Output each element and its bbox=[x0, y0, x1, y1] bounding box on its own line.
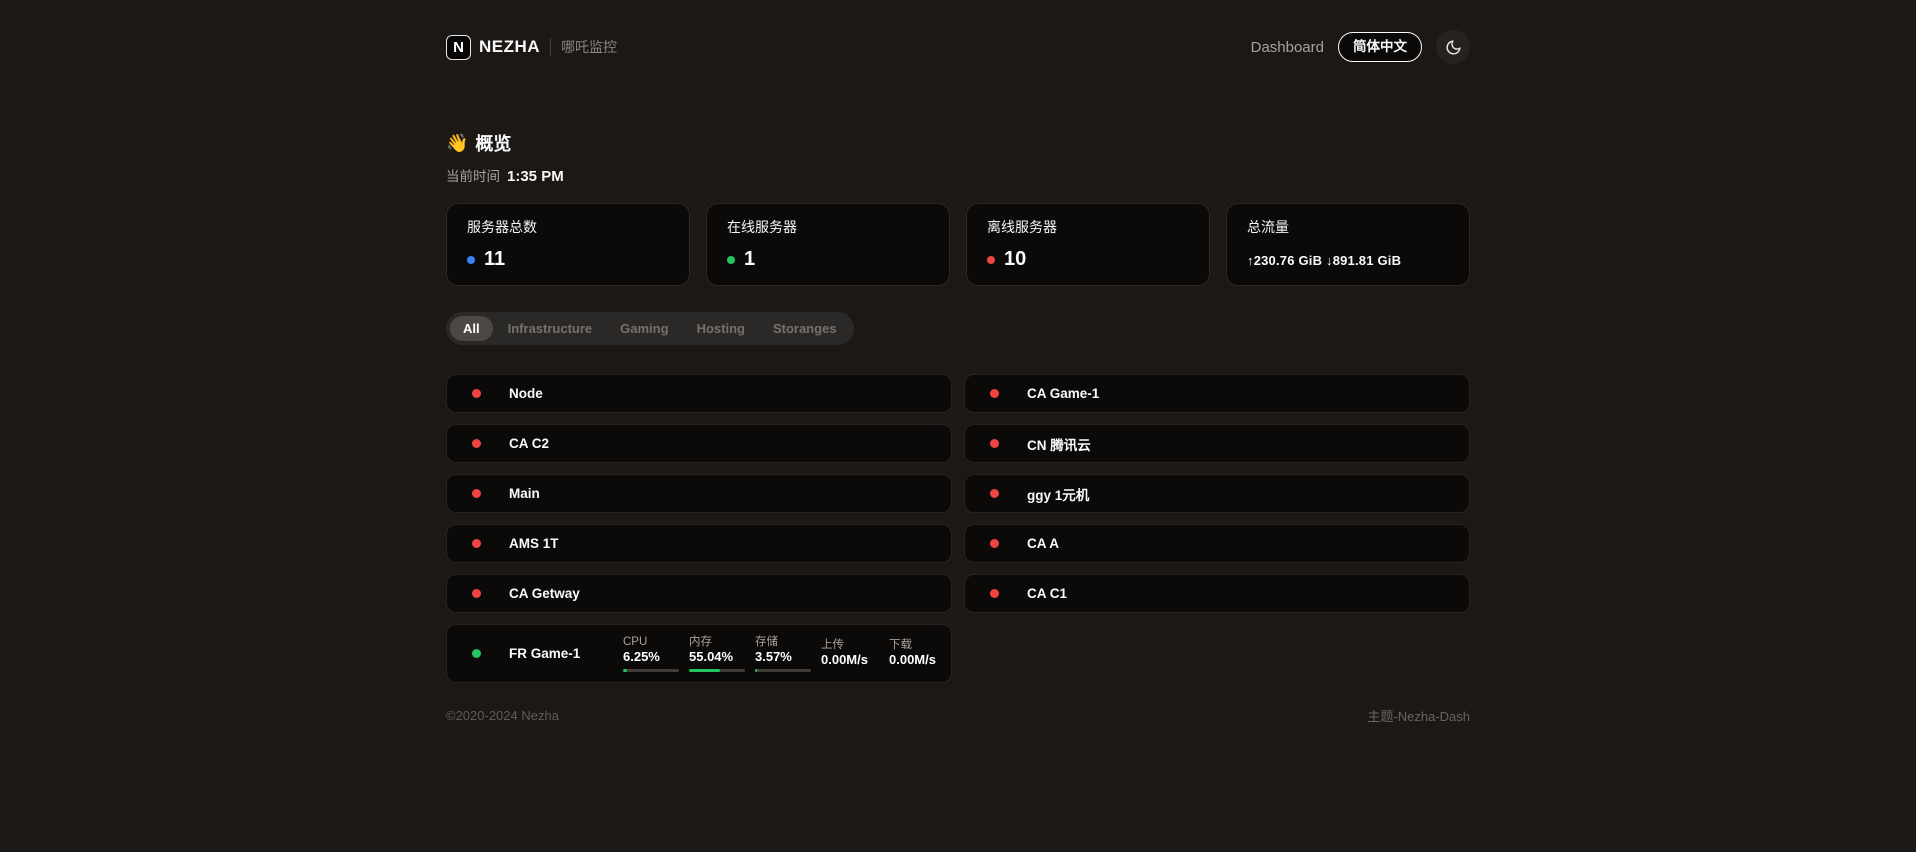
cpu-progress-bar bbox=[623, 669, 679, 672]
main-content: 👋 概览 当前时间 1:35 PM 服务器总数 11 在线服务器 1 bbox=[446, 130, 1470, 683]
status-offline-dot-icon bbox=[990, 539, 999, 548]
server-name: CA A bbox=[1027, 536, 1059, 551]
stat-storage: 存储 3.57% bbox=[755, 635, 811, 672]
server-row-ca-a[interactable]: CA A bbox=[964, 524, 1470, 563]
tab-all[interactable]: All bbox=[450, 316, 493, 341]
server-column-right: CA Game-1 CN 腾讯云 ggy 1元机 CA A CA C1 bbox=[964, 374, 1470, 683]
footer: ©2020-2024 Nezha 主题-Nezha-Dash bbox=[446, 706, 1470, 725]
server-row-main[interactable]: Main bbox=[446, 474, 952, 513]
stat-label: 下载 bbox=[889, 638, 947, 652]
stat-label: 上传 bbox=[821, 638, 879, 652]
server-column-left: Node CA C2 Main AMS 1T CA Getway bbox=[446, 374, 952, 683]
stat-value: 6.25% bbox=[623, 649, 679, 666]
status-offline-dot-icon bbox=[472, 439, 481, 448]
stat-value: 0.00M/s bbox=[889, 652, 947, 669]
theme-toggle-button[interactable] bbox=[1436, 30, 1470, 64]
stat-label: 内存 bbox=[689, 635, 745, 649]
header: N NEZHA 哪吒监控 Dashboard 简体中文 bbox=[446, 0, 1470, 64]
server-name: ggy 1元机 bbox=[1027, 484, 1089, 504]
stat-card-label: 离线服务器 bbox=[987, 217, 1189, 237]
time-value: 1:35 PM bbox=[507, 168, 564, 185]
server-name: AMS 1T bbox=[509, 536, 559, 551]
status-offline-dot-icon bbox=[990, 389, 999, 398]
language-button[interactable]: 简体中文 bbox=[1338, 32, 1422, 62]
server-stats: CPU 6.25% 内存 55.04% 存储 3.57% bbox=[623, 625, 947, 682]
stat-card-offline-servers: 离线服务器 10 bbox=[966, 203, 1210, 286]
offline-dot-icon bbox=[987, 256, 995, 264]
brand[interactable]: N NEZHA 哪吒监控 bbox=[446, 35, 617, 60]
brand-name: NEZHA bbox=[479, 37, 540, 57]
stat-download: 下载 0.00M/s bbox=[889, 638, 947, 669]
stat-cpu: CPU 6.25% bbox=[623, 635, 679, 672]
server-row-ca-game-1[interactable]: CA Game-1 bbox=[964, 374, 1470, 413]
traffic-value: ↑230.76 GiB ↓891.81 GiB bbox=[1247, 253, 1449, 271]
server-name: CA C2 bbox=[509, 436, 549, 451]
stat-value: 3.57% bbox=[755, 649, 811, 666]
stat-card-label: 在线服务器 bbox=[727, 217, 929, 237]
server-name: CA Game-1 bbox=[1027, 386, 1099, 401]
server-row-ggy[interactable]: ggy 1元机 bbox=[964, 474, 1470, 513]
status-offline-dot-icon bbox=[472, 489, 481, 498]
copyright-text: ©2020-2024 Nezha bbox=[446, 708, 559, 723]
stat-card-online-servers: 在线服务器 1 bbox=[706, 203, 950, 286]
status-offline-dot-icon bbox=[990, 439, 999, 448]
server-row-node[interactable]: Node bbox=[446, 374, 952, 413]
stat-value: 0.00M/s bbox=[821, 652, 879, 669]
total-dot-icon bbox=[467, 256, 475, 264]
wave-emoji-icon: 👋 bbox=[446, 133, 468, 154]
tab-hosting[interactable]: Hosting bbox=[684, 316, 758, 341]
server-name: Main bbox=[509, 486, 540, 501]
moon-icon bbox=[1445, 39, 1462, 56]
status-offline-dot-icon bbox=[990, 589, 999, 598]
server-row-ca-c1[interactable]: CA C1 bbox=[964, 574, 1470, 613]
tab-infrastructure[interactable]: Infrastructure bbox=[495, 316, 606, 341]
status-offline-dot-icon bbox=[472, 539, 481, 548]
server-grid: Node CA C2 Main AMS 1T CA Getway bbox=[446, 374, 1470, 683]
server-name: FR Game-1 bbox=[509, 646, 580, 661]
stat-card-value: 11 bbox=[484, 248, 505, 271]
stat-card-total-traffic: 总流量 ↑230.76 GiB ↓891.81 GiB bbox=[1226, 203, 1470, 286]
main-container: N NEZHA 哪吒监控 Dashboard 简体中文 👋 概览 当前时间 1:… bbox=[446, 0, 1470, 725]
stats-grid: 服务器总数 11 在线服务器 1 离线服务器 10 bbox=[446, 203, 1470, 286]
theme-name-text[interactable]: 主题-Nezha-Dash bbox=[1367, 706, 1470, 725]
server-row-cn-tencent[interactable]: CN 腾讯云 bbox=[964, 424, 1470, 463]
server-row-ams-1t[interactable]: AMS 1T bbox=[446, 524, 952, 563]
stat-card-total-servers: 服务器总数 11 bbox=[446, 203, 690, 286]
nezha-logo-icon: N bbox=[446, 35, 471, 60]
page-title: 👋 概览 bbox=[446, 130, 1470, 156]
online-dot-icon bbox=[727, 256, 735, 264]
stat-card-label: 总流量 bbox=[1247, 217, 1449, 237]
current-time: 当前时间 1:35 PM bbox=[446, 165, 1470, 185]
brand-divider bbox=[550, 38, 551, 56]
page-title-text: 概览 bbox=[475, 130, 511, 156]
status-online-dot-icon bbox=[472, 649, 481, 658]
stat-card-value: 1 bbox=[744, 248, 755, 271]
tab-storanges[interactable]: Storanges bbox=[760, 316, 850, 341]
stat-card-value: 10 bbox=[1004, 248, 1026, 271]
time-label: 当前时间 bbox=[446, 165, 500, 185]
server-name: Node bbox=[509, 386, 543, 401]
server-name: CN 腾讯云 bbox=[1027, 434, 1091, 454]
tab-gaming[interactable]: Gaming bbox=[607, 316, 681, 341]
stat-memory: 内存 55.04% bbox=[689, 635, 745, 672]
stat-upload: 上传 0.00M/s bbox=[821, 638, 879, 669]
header-actions: Dashboard 简体中文 bbox=[1251, 30, 1470, 64]
server-row-fr-game-1[interactable]: FR Game-1 CPU 6.25% 内存 55.04% bbox=[446, 624, 952, 683]
stat-value: 55.04% bbox=[689, 649, 745, 666]
server-row-ca-c2[interactable]: CA C2 bbox=[446, 424, 952, 463]
stat-card-label: 服务器总数 bbox=[467, 217, 669, 237]
stat-label: 存储 bbox=[755, 635, 811, 649]
server-name: CA Getway bbox=[509, 586, 580, 601]
brand-subtitle: 哪吒监控 bbox=[561, 37, 617, 57]
status-offline-dot-icon bbox=[472, 589, 481, 598]
storage-progress-bar bbox=[755, 669, 811, 672]
memory-progress-bar bbox=[689, 669, 745, 672]
status-offline-dot-icon bbox=[990, 489, 999, 498]
dashboard-link[interactable]: Dashboard bbox=[1251, 39, 1324, 56]
stat-label: CPU bbox=[623, 635, 679, 649]
server-name: CA C1 bbox=[1027, 586, 1067, 601]
status-offline-dot-icon bbox=[472, 389, 481, 398]
server-row-ca-getway[interactable]: CA Getway bbox=[446, 574, 952, 613]
server-filter-tabs: All Infrastructure Gaming Hosting Storan… bbox=[446, 312, 854, 345]
